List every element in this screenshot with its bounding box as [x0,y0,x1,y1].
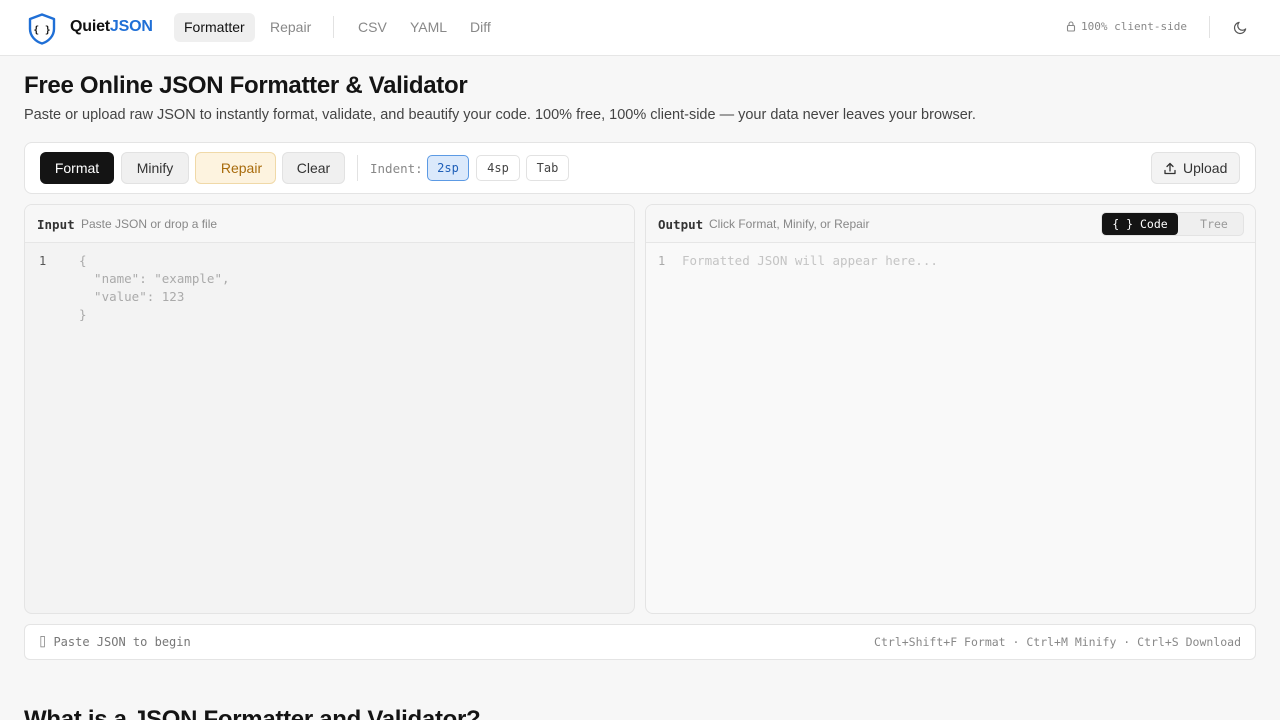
upload-label: Upload [1183,160,1228,176]
input-editor[interactable]: 1 { "name": "example", "value": 123 } [25,243,634,613]
clear-button[interactable]: Clear [282,152,345,184]
indent-tab-button[interactable]: Tab [526,155,569,181]
top-header: { } QuietJSON Formatter Repair CSV YAML … [0,0,1280,56]
tree-view-tab[interactable]: Tree [1184,213,1244,235]
lock-icon [1066,21,1076,32]
upload-button[interactable]: Upload [1151,152,1240,184]
keyboard-shortcuts: Ctrl+Shift+F Format · Ctrl+M Minify · Ct… [874,635,1241,649]
placeholder-line: } [79,307,87,322]
toolbar: Format Minify Repair Clear Indent: 2sp 4… [24,142,1256,194]
client-side-badge: 100% client-side [1066,20,1187,33]
format-button[interactable]: Format [40,152,114,184]
line-number: 1 [39,254,47,268]
section-title: What is a JSON Formatter and Validator? [24,706,481,720]
output-editor[interactable]: 1 Formatted JSON will appear here... [646,243,1255,613]
page-title: Free Online JSON Formatter & Validator [24,72,468,99]
indent-4sp-button[interactable]: 4sp [476,155,520,181]
nav-repair[interactable]: Repair [260,13,321,42]
input-panel: Input Paste JSON or drop a file 1 { "nam… [24,204,635,614]
minify-button[interactable]: Minify [121,152,189,184]
client-side-text: 100% client-side [1081,20,1187,33]
nav-diff[interactable]: Diff [460,13,501,42]
nav-divider [333,16,334,38]
repair-button[interactable]: Repair [195,152,276,184]
status-bar: ⌷ Paste JSON to begin Ctrl+Shift+F Forma… [24,624,1256,660]
nav-csv[interactable]: CSV [348,13,397,42]
output-panel: Output Click Format, Minify, or Repair {… [645,204,1256,614]
output-panel-hint: Click Format, Minify, or Repair [709,217,870,231]
upload-icon [1164,162,1176,175]
input-panel-header: Input Paste JSON or drop a file [25,205,634,243]
output-panel-title: Output [658,217,704,232]
placeholder-line: "name": "example", [79,271,230,286]
brand-part-1: Quiet [70,18,110,35]
output-placeholder: Formatted JSON will appear here... [682,253,938,268]
page-subtitle: Paste or upload raw JSON to instantly fo… [24,107,976,123]
output-panel-header: Output Click Format, Minify, or Repair {… [646,205,1255,243]
placeholder-line: { [79,253,87,268]
svg-text:{ }: { } [33,25,50,36]
shield-logo-icon[interactable]: { } [28,13,56,45]
nav-yaml[interactable]: YAML [400,13,457,42]
view-toggle: { } Code Tree [1101,212,1244,236]
indent-label: Indent: [370,161,423,176]
status-message: ⌷ Paste JSON to begin [39,635,191,649]
indent-2sp-button[interactable]: 2sp [427,155,469,181]
input-panel-title: Input [37,217,75,232]
header-divider [1209,16,1210,38]
brand-part-2: JSON [109,18,153,35]
moon-icon[interactable] [1233,20,1248,35]
line-number: 1 [658,254,666,268]
code-view-tab[interactable]: { } Code [1102,213,1178,235]
input-panel-hint: Paste JSON or drop a file [81,217,218,231]
nav-formatter[interactable]: Formatter [174,13,255,42]
brand-name[interactable]: QuietJSON [70,18,153,36]
placeholder-line: "value": 123 [79,289,185,304]
toolbar-divider [357,155,358,181]
